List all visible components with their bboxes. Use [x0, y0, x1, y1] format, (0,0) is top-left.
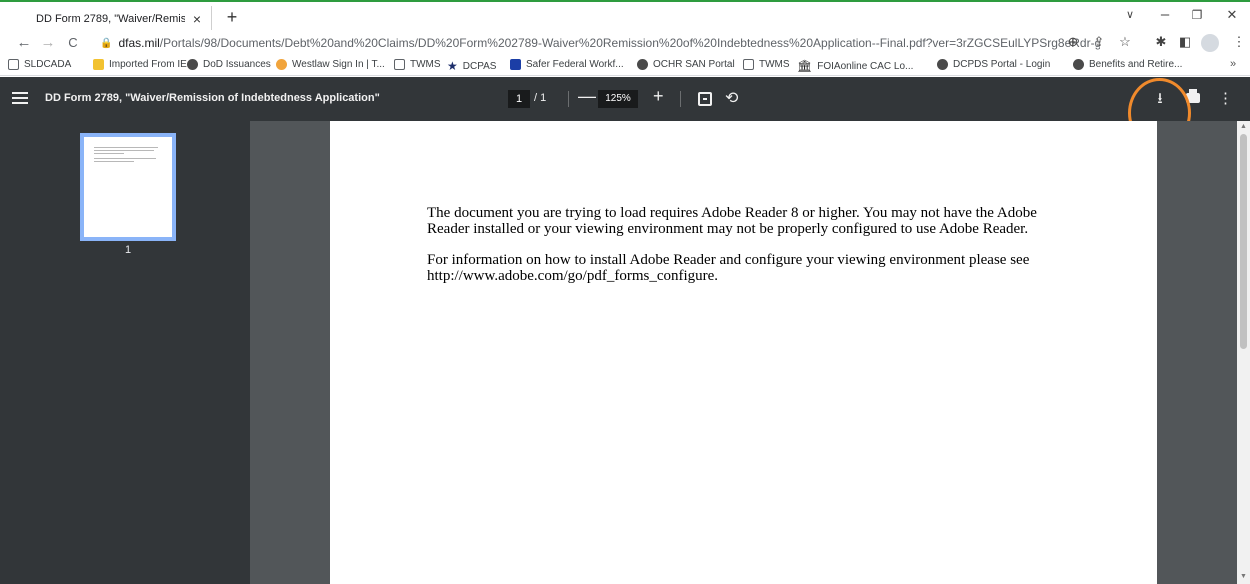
- tab-title: DD Form 2789, "Waiver/Remissio: [36, 13, 185, 25]
- close-tab-icon[interactable]: ×: [189, 11, 205, 27]
- close-window-button[interactable]: ✕: [1222, 7, 1242, 23]
- scrollbar-thumb[interactable]: [1240, 134, 1247, 349]
- bookmark-ochr-san[interactable]: OCHR SAN Portal: [637, 59, 735, 70]
- zoom-out-button[interactable]: —: [578, 86, 596, 107]
- maximize-button[interactable]: ❐: [1187, 8, 1207, 22]
- globe-icon: [937, 59, 948, 70]
- thumbnail-page-number: 1: [124, 244, 132, 256]
- pdf-page: The document you are trying to load requ…: [330, 121, 1157, 584]
- browser-tab[interactable]: DD Form 2789, "Waiver/Remissio ×: [22, 6, 212, 32]
- minimize-button[interactable]: –: [1155, 6, 1175, 23]
- navigation-bar: ← → C 🔒 dfas.mil /Portals/98/Documents/D…: [0, 30, 1250, 56]
- bookmark-label: TWMS: [759, 59, 790, 70]
- flag-icon: [510, 59, 521, 70]
- more-actions-icon[interactable]: ⋮: [1218, 89, 1233, 107]
- message-paragraph-2: For information on how to install Adobe …: [427, 252, 1030, 284]
- bookmarks-bar: SLDCADA Imported From IE DoD Issuances W…: [0, 56, 1250, 76]
- bookmark-label: DCPDS Portal - Login: [953, 59, 1051, 70]
- page-total: / 1: [534, 92, 547, 104]
- bookmark-label: DoD Issuances: [203, 59, 271, 70]
- tab-search-icon[interactable]: ∨: [1120, 8, 1140, 21]
- bookmark-label: Imported From IE: [109, 59, 187, 70]
- scroll-down-icon[interactable]: ▼: [1240, 573, 1247, 580]
- bookmark-label: OCHR SAN Portal: [653, 59, 735, 70]
- more-vertical-icon[interactable]: ⋮: [1230, 34, 1248, 50]
- url-path: /Portals/98/Documents/Debt%20and%20Claim…: [159, 36, 1100, 50]
- westlaw-icon: [276, 59, 287, 70]
- star-icon[interactable]: ☆: [1116, 34, 1134, 50]
- forward-button[interactable]: →: [40, 34, 56, 51]
- folder-icon: [93, 59, 104, 70]
- bookmark-imported-from-ie[interactable]: Imported From IE: [93, 59, 187, 70]
- bookmark-westlaw[interactable]: Westlaw Sign In | T...: [276, 59, 385, 70]
- vertical-scrollbar[interactable]: ▲ ▼: [1237, 121, 1250, 584]
- lock-icon: 🔒: [100, 37, 113, 49]
- pdf-viewer[interactable]: The document you are trying to load requ…: [250, 121, 1250, 584]
- reload-button[interactable]: C: [65, 35, 81, 50]
- bookmark-label: Westlaw Sign In | T...: [292, 59, 385, 70]
- adobe-reader-message: The document you are trying to load requ…: [427, 205, 1067, 299]
- message-paragraph-1: The document you are trying to load requ…: [427, 205, 1037, 237]
- thumbnail-text-line: [94, 147, 158, 148]
- page-icon: [394, 59, 405, 70]
- bookmark-benefits[interactable]: Benefits and Retire...: [1073, 59, 1182, 70]
- page-thumbnail[interactable]: [80, 133, 176, 241]
- fit-to-page-icon[interactable]: [698, 92, 712, 106]
- page-icon: [8, 59, 19, 70]
- bookmark-label: DCPAS: [462, 60, 497, 72]
- zoom-in-button[interactable]: +: [653, 86, 664, 107]
- bookmark-safer-federal[interactable]: Safer Federal Workf...: [510, 59, 624, 70]
- bookmark-twms[interactable]: TWMS: [394, 59, 441, 70]
- bookmark-label: FOIAonline CAC Lo...: [817, 60, 914, 72]
- globe-icon: [187, 59, 198, 70]
- toolbar-divider: [568, 91, 569, 107]
- scroll-up-icon[interactable]: ▲: [1240, 123, 1247, 130]
- profile-icon[interactable]: [1201, 34, 1219, 52]
- page-number-input[interactable]: 1: [508, 90, 530, 108]
- back-button[interactable]: ←: [16, 34, 32, 51]
- page-icon: [743, 59, 754, 70]
- bookmark-label: Safer Federal Workf...: [526, 59, 624, 70]
- bookmark-dcpas[interactable]: ★ DCPAS: [447, 59, 496, 73]
- bookmark-dod-issuances[interactable]: DoD Issuances: [187, 59, 271, 70]
- zoom-icon[interactable]: ⊕: [1064, 34, 1082, 50]
- bookmark-foiaonline[interactable]: 🏛 FOIAonline CAC Lo...: [797, 59, 913, 73]
- bookmark-label: TWMS: [410, 59, 441, 70]
- globe-icon: [1073, 59, 1084, 70]
- thumbnail-text-line: [94, 158, 156, 159]
- thumbnail-sidebar: 1: [0, 121, 250, 584]
- toolbar-divider: [680, 91, 681, 107]
- tab-strip: DD Form 2789, "Waiver/Remissio × + ∨ – ❐…: [0, 0, 1250, 32]
- bookmark-sldcada[interactable]: SLDCADA: [8, 59, 71, 70]
- share-icon[interactable]: ⇪: [1090, 34, 1108, 50]
- thumbnail-text-line: [94, 161, 134, 162]
- bookmark-label: SLDCADA: [24, 59, 72, 70]
- pdf-toolbar: DD Form 2789, "Waiver/Remission of Indeb…: [0, 77, 1250, 121]
- bookmark-twms-2[interactable]: TWMS: [743, 59, 790, 70]
- thumbnail-text-line: [94, 153, 124, 154]
- url-host: dfas.mil: [118, 36, 160, 50]
- globe-icon: [637, 59, 648, 70]
- new-tab-button[interactable]: +: [222, 7, 242, 28]
- bookmarks-overflow-button[interactable]: »: [1230, 58, 1236, 70]
- zoom-level-input[interactable]: 125%: [598, 90, 638, 108]
- address-bar[interactable]: 🔒 dfas.mil /Portals/98/Documents/Debt%20…: [100, 33, 1100, 53]
- rotate-icon[interactable]: ⟲: [725, 88, 738, 108]
- building-icon: 🏛: [797, 59, 813, 73]
- pdf-title: DD Form 2789, "Waiver/Remission of Indeb…: [45, 92, 380, 104]
- menu-icon[interactable]: [12, 89, 28, 109]
- star-logo-icon: ★: [447, 59, 458, 73]
- thumbnail-text-line: [94, 150, 154, 151]
- bookmark-dcpds[interactable]: DCPDS Portal - Login: [937, 59, 1050, 70]
- sidepanel-icon[interactable]: ◧: [1176, 34, 1194, 50]
- bookmark-label: Benefits and Retire...: [1089, 59, 1183, 70]
- puzzle-icon[interactable]: ✱: [1152, 34, 1170, 50]
